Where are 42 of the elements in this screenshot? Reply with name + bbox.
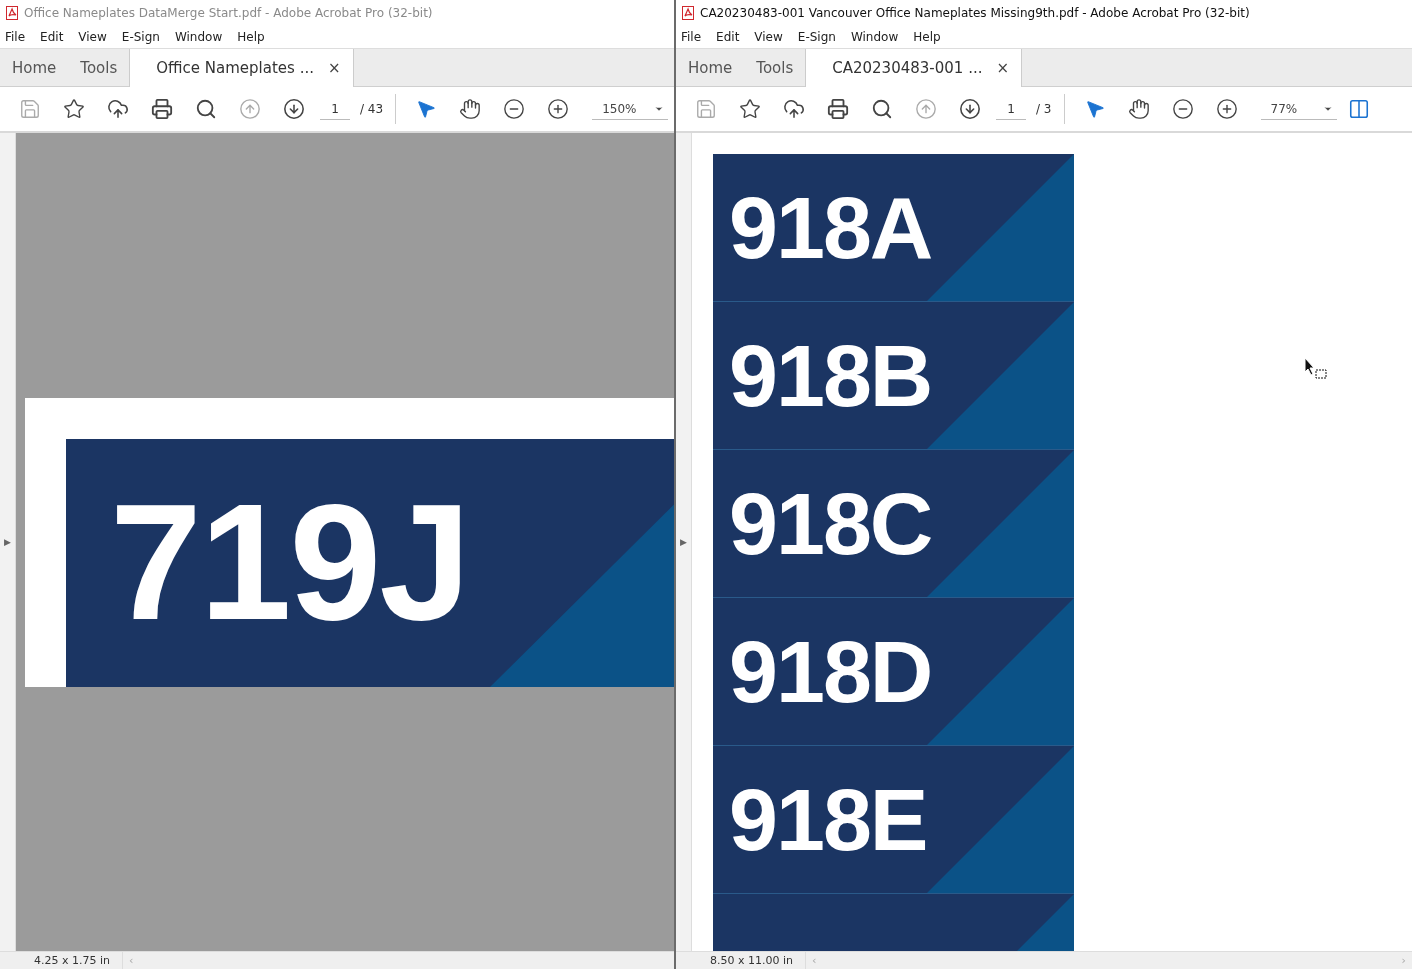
page-number-field[interactable]: 1 bbox=[996, 98, 1026, 120]
expand-arrow[interactable]: ▶ bbox=[4, 537, 11, 547]
tab[interactable]: Office Nameplates ... × bbox=[129, 49, 354, 87]
tab-label: CA20230483-001 ... bbox=[832, 59, 983, 77]
tab-label: Office Nameplates ... bbox=[156, 59, 314, 77]
zoom-dropdown[interactable]: 77% bbox=[1260, 98, 1337, 120]
close-button[interactable]: × bbox=[327, 59, 341, 77]
menu-item[interactable]: View bbox=[77, 29, 115, 44]
page-number-field[interactable]: 1 bbox=[320, 98, 350, 120]
room-number: 918C bbox=[728, 479, 932, 568]
room-number: 918D bbox=[728, 627, 932, 716]
pdf-icon bbox=[6, 5, 18, 20]
menu-item[interactable]: E-Sign bbox=[796, 29, 844, 44]
room-number: 918B bbox=[728, 331, 932, 420]
tab[interactable]: Home bbox=[0, 49, 69, 86]
tab[interactable]: Tools bbox=[68, 49, 130, 86]
window-title: CA20230483-001 Vancouver Office Nameplates Missing9th.pdf - Adobe Acrobat Pro (32-bit) bbox=[700, 5, 1250, 20]
menu-item[interactable]: Help bbox=[912, 29, 949, 44]
room-number: 719J bbox=[109, 480, 470, 645]
room-number: 918A bbox=[728, 183, 932, 272]
window-title: Office Nameplates DataMerge Start.pdf - Adobe Acrobat Pro (32-bit) bbox=[24, 5, 433, 20]
menu-item[interactable]: Edit bbox=[39, 29, 72, 44]
room-number: 918E bbox=[728, 775, 927, 864]
menu-item[interactable]: Window bbox=[849, 29, 907, 44]
page-total: / 3 bbox=[1036, 102, 1052, 116]
menu-item[interactable]: Help bbox=[236, 29, 273, 44]
tab[interactable]: Tools bbox=[744, 49, 806, 86]
menu-item[interactable]: E-Sign bbox=[120, 29, 168, 44]
zoom-dropdown[interactable]: 150% bbox=[592, 98, 669, 120]
menu-item[interactable]: View bbox=[753, 29, 791, 44]
menu-item[interactable]: Window bbox=[173, 29, 231, 44]
page-size: 8.50 x 11.00 in bbox=[709, 954, 794, 967]
close-button[interactable]: × bbox=[996, 59, 1010, 77]
tab[interactable]: CA20230483-001 ... × bbox=[805, 49, 1023, 87]
page-size: 4.25 x 1.75 in bbox=[33, 954, 111, 967]
tab[interactable]: Home bbox=[676, 49, 745, 86]
expand-arrow[interactable]: ▶ bbox=[680, 537, 687, 547]
menu-item[interactable]: File bbox=[680, 29, 710, 44]
page-total: / 43 bbox=[360, 102, 384, 116]
menu-item[interactable]: Edit bbox=[715, 29, 748, 44]
pdf-icon bbox=[682, 5, 694, 20]
menu-item[interactable]: File bbox=[4, 29, 34, 44]
